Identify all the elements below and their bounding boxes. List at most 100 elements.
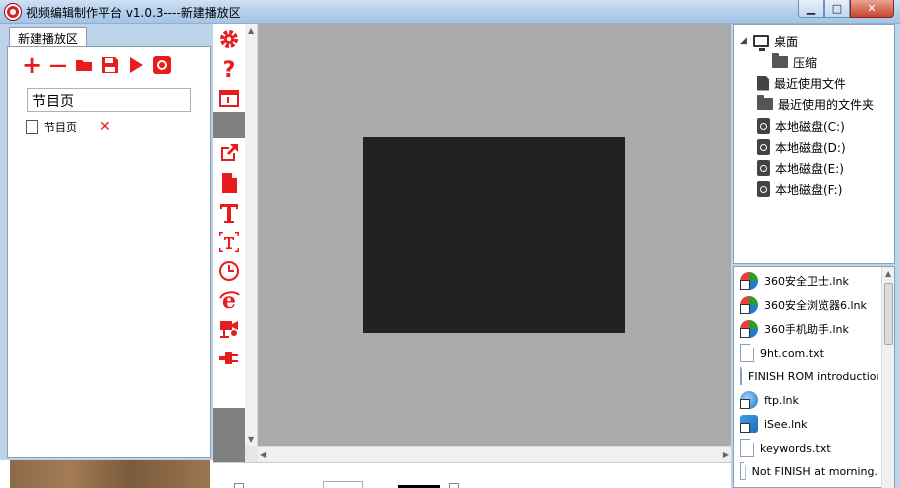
- text-tool[interactable]: [217, 201, 241, 225]
- save-button[interactable]: [100, 55, 120, 75]
- list-item[interactable]: iSee.lnk: [740, 413, 878, 435]
- tree-item-desktop[interactable]: ◢ 桌面: [740, 31, 798, 51]
- right-pane: ◢ 桌面 压缩 最近使用文件 最近使用的文件夹 本地磁盘(C:) 本地磁盘(D:…: [731, 24, 900, 488]
- canvas-area: ▲ ▼ ◀ ▶: [245, 24, 731, 462]
- page-panel: + — 节目页 节目页 ✕: [7, 46, 211, 458]
- help-tool[interactable]: ?: [217, 57, 241, 81]
- browser-tool[interactable]: e: [217, 288, 241, 312]
- gear-icon: [220, 30, 238, 48]
- tool-strip: ? e: [213, 24, 245, 462]
- delete-page-icon[interactable]: ✕: [99, 119, 111, 135]
- page-name-input[interactable]: 节目页: [27, 88, 191, 112]
- property-checkbox-2[interactable]: [449, 483, 459, 488]
- scroll-thumb[interactable]: [884, 283, 893, 345]
- 360-icon: [740, 296, 758, 314]
- canvas-horizontal-scrollbar[interactable]: ◀ ▶: [258, 446, 731, 462]
- desktop-wallpaper-strip: [10, 460, 210, 488]
- add-page-button[interactable]: +: [22, 51, 42, 79]
- tree-item-disk-c[interactable]: 本地磁盘(C:): [757, 116, 845, 136]
- folder-open-icon: [76, 60, 92, 71]
- ftp-icon: [740, 391, 758, 409]
- play-icon: [130, 57, 143, 73]
- list-item[interactable]: 360手机助手.lnk: [740, 318, 878, 340]
- list-item[interactable]: Not FINISH at morning.: [740, 460, 878, 482]
- tree-item-label: 最近使用文件: [774, 76, 847, 91]
- file-list-scrollbar[interactable]: ▲: [881, 267, 894, 488]
- app-logo-icon: [5, 4, 21, 20]
- remove-page-button[interactable]: —: [48, 55, 68, 76]
- tree-item-recent-files[interactable]: 最近使用文件: [757, 73, 846, 93]
- window-controls: ▁ □ ✕: [798, 0, 894, 18]
- tree-item-recent-folders[interactable]: 最近使用的文件夹: [757, 94, 874, 114]
- scroll-up-arrow-icon[interactable]: ▲: [248, 26, 254, 35]
- export-tool[interactable]: [217, 141, 241, 165]
- editing-stage[interactable]: [258, 24, 731, 446]
- tree-item-label: 最近使用的文件夹: [778, 97, 875, 112]
- list-item[interactable]: ftp.lnk: [740, 389, 878, 411]
- tree-item-disk-e[interactable]: 本地磁盘(E:): [757, 158, 844, 178]
- list-item[interactable]: 9ht.com.txt: [740, 342, 878, 364]
- canvas-vertical-scrollbar[interactable]: ▲ ▼: [245, 24, 258, 446]
- file-list: ▲ 360安全卫士.lnk 360安全浏览器6.lnk 360手机助手.lnk …: [733, 266, 895, 488]
- txt-icon: [740, 439, 754, 457]
- page-tool[interactable]: [217, 171, 241, 195]
- scroll-right-arrow-icon[interactable]: ▶: [723, 450, 729, 459]
- tree-item-disk-d[interactable]: 本地磁盘(D:): [757, 137, 846, 157]
- tree-item-label: 桌面: [774, 34, 799, 49]
- list-item[interactable]: keywords.txt: [740, 437, 878, 459]
- property-input[interactable]: [323, 481, 363, 488]
- folder-tree: ◢ 桌面 压缩 最近使用文件 最近使用的文件夹 本地磁盘(C:) 本地磁盘(D:…: [733, 24, 895, 264]
- clock-icon: [219, 261, 239, 281]
- page-icon: [23, 120, 38, 137]
- scroll-left-arrow-icon[interactable]: ◀: [260, 450, 266, 459]
- window-tool[interactable]: [217, 87, 241, 111]
- list-item[interactable]: 360安全浏览器6.lnk: [740, 294, 878, 316]
- folder-icon: [772, 53, 788, 68]
- property-checkbox-1[interactable]: [234, 483, 244, 488]
- open-folder-button[interactable]: [74, 55, 94, 75]
- maximize-button[interactable]: □: [824, 0, 850, 18]
- camera-icon: [220, 321, 238, 338]
- camera-tool[interactable]: [217, 317, 241, 341]
- isee-icon: [740, 415, 758, 433]
- txt-icon: [740, 367, 742, 385]
- tree-item-label: 本地磁盘(E:): [775, 161, 844, 176]
- clock-tool[interactable]: [217, 259, 241, 283]
- txt-icon: [740, 344, 754, 362]
- tree-item-disk-f[interactable]: 本地磁盘(F:): [757, 179, 842, 199]
- file-label: 360安全浏览器6.lnk: [764, 299, 867, 312]
- document-icon: [222, 173, 237, 193]
- tab-new-playback-area[interactable]: 新建播放区: [9, 27, 88, 47]
- list-item[interactable]: FINISH ROM introduction: [740, 365, 878, 387]
- tree-item-label: 本地磁盘(D:): [775, 140, 846, 155]
- play-button[interactable]: [126, 55, 146, 75]
- plugin-tool[interactable]: [217, 346, 241, 370]
- file-label: FINISH ROM introduction: [748, 369, 878, 383]
- disk-icon: [757, 181, 770, 197]
- tree-item-compressed[interactable]: 压缩: [772, 52, 817, 72]
- save-icon: [102, 57, 118, 73]
- minimize-button[interactable]: ▁: [798, 0, 824, 18]
- disk-icon: [757, 139, 770, 155]
- scroll-down-arrow-icon[interactable]: ▼: [248, 435, 254, 444]
- tree-item-label: 压缩: [793, 55, 818, 70]
- close-button[interactable]: ✕: [850, 0, 894, 18]
- file-label: Not FINISH at morning.: [751, 464, 878, 478]
- window-icon: [219, 90, 239, 107]
- text-frame-icon: [219, 232, 239, 252]
- expand-arrow-icon[interactable]: ◢: [740, 36, 748, 46]
- video-canvas[interactable]: [363, 137, 625, 333]
- internet-explorer-icon: e: [219, 289, 240, 311]
- scroll-up-arrow-icon[interactable]: ▲: [885, 269, 891, 278]
- page-toolbar: + —: [22, 51, 172, 79]
- list-item[interactable]: 360安全卫士.lnk: [740, 270, 878, 292]
- record-icon: [153, 56, 171, 74]
- page-item-label: 节目页: [44, 121, 77, 134]
- 360-icon: [740, 272, 758, 290]
- settings-tool[interactable]: [217, 27, 241, 51]
- page-list-item[interactable]: 节目页 ✕: [23, 118, 111, 137]
- text-box-tool[interactable]: [217, 230, 241, 254]
- folder-icon: [757, 95, 773, 110]
- record-button[interactable]: [152, 55, 172, 75]
- left-bottom-area: [0, 460, 213, 488]
